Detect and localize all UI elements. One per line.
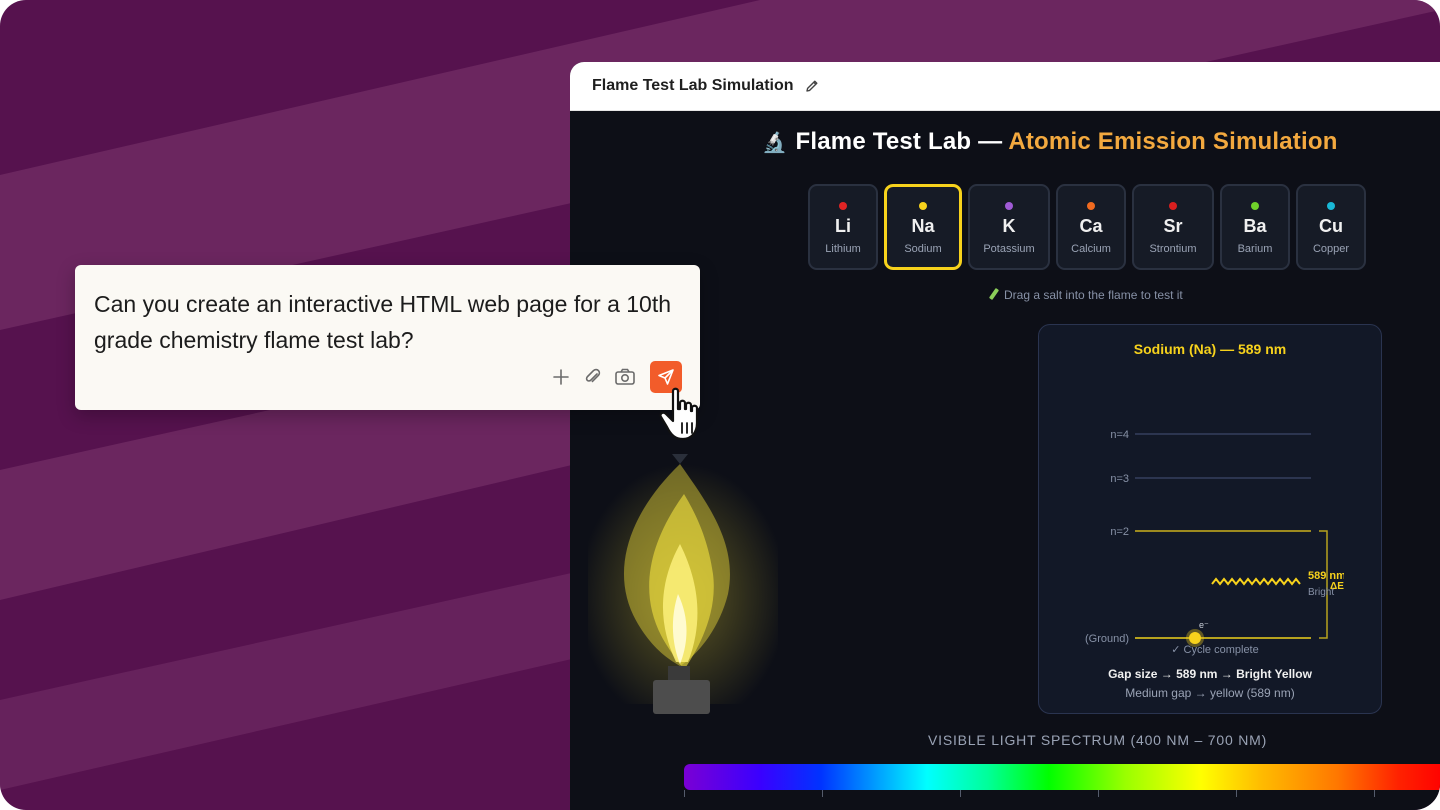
element-card-ba[interactable]: Ba Barium: [1220, 184, 1290, 270]
level-label-n2: n=2: [1110, 526, 1129, 538]
level-label-ground: (Ground): [1085, 633, 1129, 645]
element-symbol: Ba: [1243, 216, 1267, 236]
spectrum-tick: [960, 790, 961, 797]
color-dot-icon: [1169, 202, 1177, 210]
hint-text: Drag a salt into the flame to test it: [1004, 288, 1183, 302]
electron: [1189, 632, 1201, 644]
spectrum-tick: [1374, 790, 1375, 797]
color-dot-icon: [919, 202, 927, 210]
element-name: Copper: [1312, 243, 1350, 255]
element-card-sr[interactable]: Sr Strontium: [1132, 184, 1214, 270]
gap-detail: Medium gap → yellow (589 nm): [1125, 686, 1295, 700]
hand-pointer-cursor-icon: [659, 387, 699, 441]
element-symbol: K: [1002, 216, 1016, 236]
spectrum-tick: [1098, 790, 1099, 797]
element-symbol: Ca: [1079, 216, 1103, 236]
spectrum-ticks: [684, 790, 1440, 800]
camera-icon[interactable]: [614, 366, 636, 388]
heading-accent: Atomic Emission Simulation: [1008, 128, 1338, 155]
bunsen-flame: [588, 454, 778, 714]
edit-title-icon[interactable]: [804, 78, 820, 94]
energy-level-panel: Sodium (Na) — 589 nm n=4 n=3 n=2 (Ground…: [1038, 324, 1382, 714]
visible-spectrum-bar: [684, 764, 1440, 790]
cycle-status: ✓ Cycle complete: [1171, 644, 1258, 656]
element-name: Strontium: [1149, 243, 1197, 255]
element-name: Lithium: [825, 243, 861, 255]
plus-icon[interactable]: [550, 366, 572, 388]
element-card-k[interactable]: K Potassium: [968, 184, 1050, 270]
window-title: Flame Test Lab Simulation: [592, 77, 794, 94]
photon-wave: [1211, 577, 1301, 586]
flame-tip: [672, 454, 688, 464]
element-card-cu[interactable]: Cu Copper: [1296, 184, 1366, 270]
element-name: Potassium: [983, 243, 1035, 255]
burner-nozzle: [668, 666, 690, 680]
prompt-text[interactable]: Can you create an interactive HTML web p…: [94, 286, 694, 358]
color-dot-icon: [1005, 202, 1013, 210]
element-name: Calcium: [1071, 243, 1111, 255]
send-icon: [658, 369, 674, 385]
level-label-n4: n=4: [1110, 429, 1129, 441]
element-symbol: Cu: [1319, 216, 1343, 236]
test-tube-icon: [988, 287, 1000, 301]
element-symbol: Li: [835, 216, 851, 236]
element-symbol: Sr: [1163, 216, 1183, 236]
chat-prompt-card: Can you create an interactive HTML web p…: [75, 265, 700, 410]
panel-clip-mask: [1344, 565, 1381, 601]
level-label-n3: n=3: [1110, 473, 1129, 485]
gap-summary: Gap size → 589 nm → Bright Yellow: [1108, 667, 1312, 681]
element-symbol: Na: [911, 216, 935, 236]
window-title-bar: Flame Test Lab Simulation: [570, 62, 1440, 111]
spectrum-tick: [684, 790, 685, 797]
brightness-label: Bright: [1308, 587, 1334, 598]
color-dot-icon: [1327, 202, 1335, 210]
burner-base: [653, 680, 710, 714]
element-card-na[interactable]: Na Sodium: [884, 184, 962, 270]
element-name: Sodium: [904, 243, 942, 255]
element-name: Barium: [1237, 243, 1273, 255]
spectrum-tick: [1236, 790, 1237, 797]
color-dot-icon: [839, 202, 847, 210]
element-card-ca[interactable]: Ca Calcium: [1056, 184, 1126, 270]
paperclip-icon[interactable]: [582, 366, 604, 388]
color-dot-icon: [1087, 202, 1095, 210]
lab-heading: 🔬 Flame Test Lab — Atomic Emission Simula…: [570, 128, 1440, 156]
element-card-li[interactable]: Li Lithium: [808, 184, 878, 270]
gap-bracket: [1319, 530, 1328, 639]
energy-diagram: n=4 n=3 n=2 (Ground) 589 nm ΔE Bright e⁻…: [1085, 429, 1381, 656]
spectrum-label: VISIBLE LIGHT SPECTRUM (400 NM – 700 NM): [928, 732, 1268, 748]
electron-label: e⁻: [1199, 620, 1209, 630]
heading-main: Flame Test Lab —: [795, 128, 1003, 155]
drag-hint: Drag a salt into the flame to test it: [988, 287, 1183, 302]
color-dot-icon: [1251, 202, 1259, 210]
microscope-icon: 🔬: [762, 132, 788, 154]
background: Flame Test Lab Simulation 🔬 Flame Test La…: [0, 0, 1440, 810]
element-selector: Li Lithium Na Sodium K Potassium Ca Calc…: [808, 184, 1366, 270]
spectrum-tick: [822, 790, 823, 797]
